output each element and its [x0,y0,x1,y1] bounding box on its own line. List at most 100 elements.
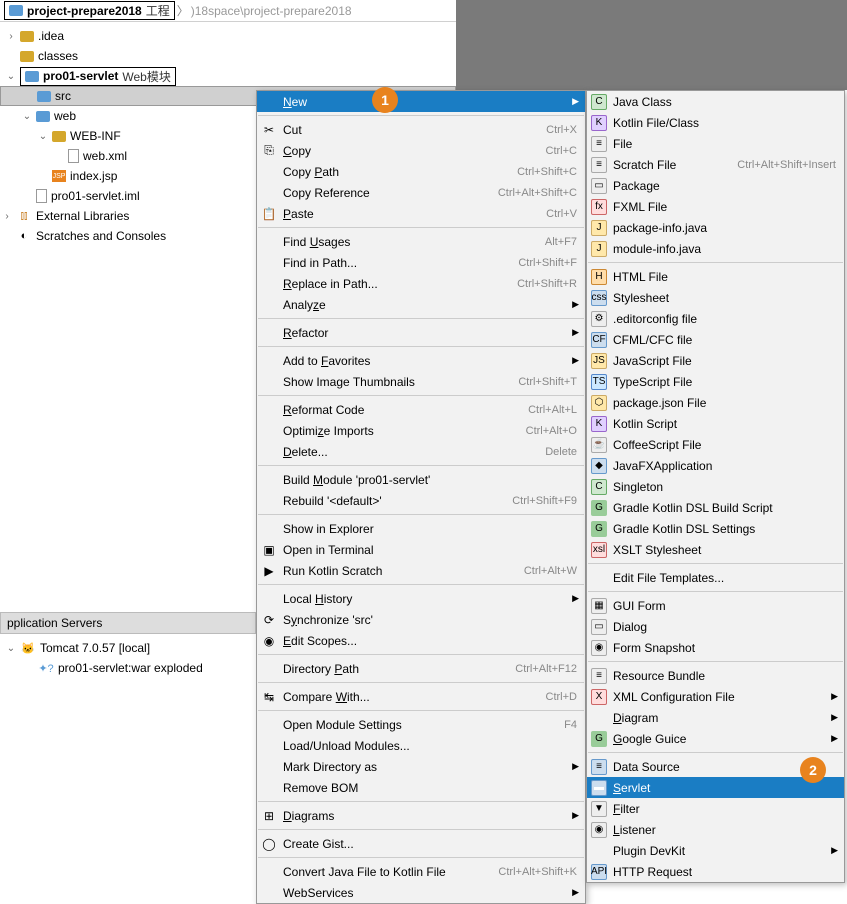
submenu-item[interactable]: ▭Dialog [587,616,844,637]
context-menu-item[interactable]: Load/Unload Modules... [257,735,585,756]
context-menu-item[interactable]: New▶ [257,91,585,112]
submenu-item[interactable]: Jpackage-info.java [587,217,844,238]
context-menu-item[interactable]: Find in Path...Ctrl+Shift+F [257,252,585,273]
submenu-item[interactable]: JSJavaScript File [587,350,844,371]
menu-item-label: New [283,95,307,109]
menu-item-label: Run Kotlin Scratch [283,564,382,578]
menu-item-shortcut: Ctrl+Alt+Shift+Insert [737,159,836,171]
artifact-icon: ✦? [38,660,54,676]
context-menu-item[interactable]: ⎘CopyCtrl+C [257,140,585,161]
submenu-item[interactable]: fxFXML File [587,196,844,217]
menu-item-icon: G [591,500,607,516]
submenu-item[interactable]: XXML Configuration File▶ [587,686,844,707]
chevron-right-icon: ▶ [572,761,579,772]
context-menu-item[interactable]: Open Module SettingsF4 [257,714,585,735]
submenu-item[interactable]: Jmodule-info.java [587,238,844,259]
submenu-item[interactable]: ⚙.editorconfig file [587,308,844,329]
chevron-right-icon: ▶ [831,845,838,856]
submenu-item[interactable]: APIHTTP Request [587,861,844,882]
context-menu-item[interactable]: Show Image ThumbnailsCtrl+Shift+T [257,371,585,392]
menu-item-icon: J [591,241,607,257]
menu-item-icon: ≡ [591,668,607,684]
context-menu-item[interactable]: Local History▶ [257,588,585,609]
submenu-item[interactable]: ☕CoffeeScript File [587,434,844,455]
folder-icon [20,51,34,62]
breadcrumb-project-name: project-prepare2018 [27,4,142,18]
context-menu-item[interactable]: Replace in Path...Ctrl+Shift+R [257,273,585,294]
context-menu-item[interactable]: Analyze▶ [257,294,585,315]
server-artifact[interactable]: ✦?pro01-servlet:war exploded [0,658,256,678]
context-menu-item[interactable]: ⟳Synchronize 'src' [257,609,585,630]
submenu-item[interactable]: ⬡package.json File [587,392,844,413]
breadcrumb-project[interactable]: project-prepare2018 工程 [4,1,175,20]
context-menu-item[interactable]: Convert Java File to Kotlin FileCtrl+Alt… [257,861,585,882]
context-menu-item[interactable]: Delete...Delete [257,441,585,462]
submenu-item[interactable]: xslXSLT Stylesheet [587,539,844,560]
menu-item-label: Java Class [613,95,672,109]
menu-item-label: Scratch File [613,158,676,172]
context-menu-item[interactable]: ⊞Diagrams▶ [257,805,585,826]
submenu-item[interactable]: ◉Form Snapshot [587,637,844,658]
submenu-item[interactable]: Edit File Templates... [587,567,844,588]
submenu-item[interactable]: ▦GUI Form [587,595,844,616]
context-menu-item[interactable]: ▶Run Kotlin ScratchCtrl+Alt+W [257,560,585,581]
context-menu-item[interactable]: Build Module 'pro01-servlet' [257,469,585,490]
submenu-item[interactable]: GGoogle Guice▶ [587,728,844,749]
context-menu-item[interactable]: ◯Create Gist... [257,833,585,854]
context-menu-item[interactable]: Mark Directory as▶ [257,756,585,777]
submenu-item[interactable]: HHTML File [587,266,844,287]
context-menu-item[interactable]: Refactor▶ [257,322,585,343]
context-menu-item[interactable]: ✂CutCtrl+X [257,119,585,140]
context-menu-item[interactable]: ↹Compare With...Ctrl+D [257,686,585,707]
context-menu-item[interactable]: 📋PasteCtrl+V [257,203,585,224]
submenu-item[interactable]: cssStylesheet [587,287,844,308]
context-menu-item[interactable]: Reformat CodeCtrl+Alt+L [257,399,585,420]
menu-item-icon: ▦ [591,598,607,614]
menu-item-label: Reformat Code [283,403,364,417]
menu-item-icon: ≡ [591,157,607,173]
submenu-item[interactable]: CJava Class [587,91,844,112]
tree-item-classes[interactable]: classes [0,46,456,66]
context-menu-item[interactable]: Rebuild '<default>'Ctrl+Shift+F9 [257,490,585,511]
submenu-item[interactable]: KKotlin File/Class [587,112,844,133]
submenu-item[interactable]: ▼Filter [587,798,844,819]
submenu-item[interactable]: ◆JavaFXApplication [587,455,844,476]
context-menu-item[interactable]: Find UsagesAlt+F7 [257,231,585,252]
menu-item-label: HTML File [613,270,668,284]
submenu-item[interactable]: ▭Package [587,175,844,196]
submenu-item[interactable]: Diagram▶ [587,707,844,728]
submenu-item[interactable]: ≡ Scratch File Ctrl+Alt+Shift+Insert [587,154,844,175]
submenu-item[interactable]: CFCFML/CFC file [587,329,844,350]
submenu-item[interactable]: GGradle Kotlin DSL Settings [587,518,844,539]
tree-item-module[interactable]: ⌄ pro01-servlet Web模块 [0,66,456,86]
server-tomcat[interactable]: ⌄🐱Tomcat 7.0.57 [local] [0,638,256,658]
chevron-right-icon: ▶ [572,810,579,821]
submenu-item[interactable]: TSTypeScript File [587,371,844,392]
submenu-item[interactable]: ≡File [587,133,844,154]
submenu-item[interactable]: ≡Resource Bundle [587,665,844,686]
menu-item-label: Diagram [613,711,658,725]
menu-item-icon: ⚙ [591,311,607,327]
tree-item-idea[interactable]: ›.idea [0,26,456,46]
menu-item-label: Kotlin Script [613,417,677,431]
submenu-item[interactable]: GGradle Kotlin DSL Build Script [587,497,844,518]
menu-item-icon: ▬ [591,780,607,796]
context-menu-item[interactable]: ▣Open in Terminal [257,539,585,560]
submenu-item[interactable]: ◉Listener [587,819,844,840]
context-menu-item[interactable]: Optimize ImportsCtrl+Alt+O [257,420,585,441]
submenu-item[interactable]: CSingleton [587,476,844,497]
context-menu-item[interactable]: Copy PathCtrl+Shift+C [257,161,585,182]
context-menu-item[interactable]: ◉Edit Scopes... [257,630,585,651]
submenu-item[interactable]: KKotlin Script [587,413,844,434]
submenu-item[interactable]: Plugin DevKit▶ [587,840,844,861]
context-menu-item[interactable]: Show in Explorer [257,518,585,539]
context-menu-item[interactable]: WebServices▶ [257,882,585,903]
context-menu-item[interactable]: Directory PathCtrl+Alt+F12 [257,658,585,679]
context-menu-item[interactable]: Remove BOM [257,777,585,798]
menu-item-icon: ▣ [261,543,277,557]
context-menu-item[interactable]: Add to Favorites▶ [257,350,585,371]
menu-item-label: Listener [613,823,656,837]
menu-item-label: Show in Explorer [283,522,374,536]
menu-item-icon: xsl [591,542,607,558]
context-menu-item[interactable]: Copy ReferenceCtrl+Alt+Shift+C [257,182,585,203]
